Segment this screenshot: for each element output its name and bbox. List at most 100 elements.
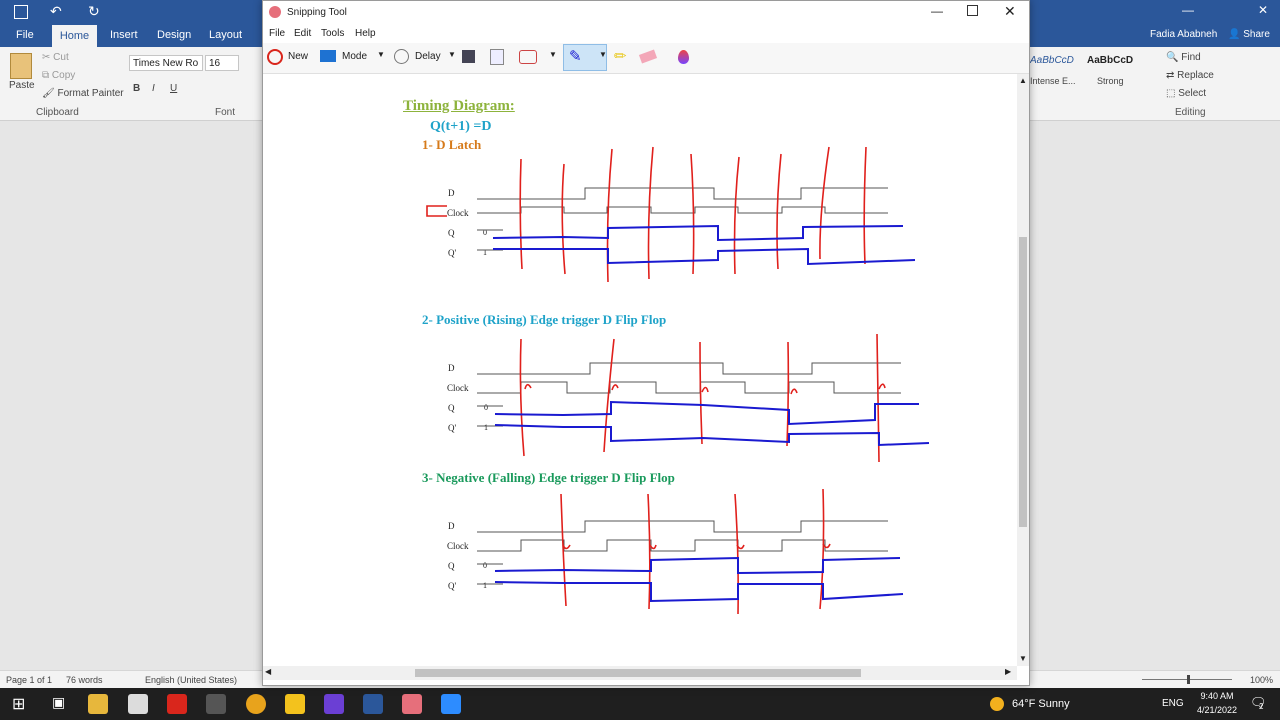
undo-icon[interactable]: ↶: [50, 3, 62, 20]
close-icon[interactable]: ✕: [1004, 3, 1016, 20]
save-icon[interactable]: [14, 5, 28, 19]
select-button[interactable]: ⬚ Select: [1166, 88, 1206, 99]
tab-layout[interactable]: Layout: [209, 29, 242, 41]
scroll-right-icon[interactable]: ▶: [1005, 667, 1011, 676]
edge-marker: [519, 158, 523, 270]
copy-button[interactable]: ⧉ Copy: [42, 70, 75, 81]
negative-edge-blue-waveforms: [494, 556, 904, 603]
style-name: Intense E...: [1030, 76, 1076, 86]
edge-marker: [560, 493, 567, 607]
paste-button[interactable]: Paste: [9, 80, 35, 91]
share-button[interactable]: 👤 Share: [1228, 29, 1270, 40]
tab-design[interactable]: Design: [157, 29, 191, 41]
font-size-select[interactable]: 16: [205, 55, 239, 71]
menu-file[interactable]: File: [269, 28, 285, 39]
clock-mark: [426, 205, 447, 217]
delay-dropdown-icon[interactable]: ▼: [448, 50, 456, 59]
style-intense-emphasis[interactable]: AaBbCcD Intense E...: [1030, 55, 1080, 95]
delay-clock-icon: [394, 49, 409, 64]
tab-file[interactable]: File: [16, 29, 34, 41]
negative-edge-printed-waveforms: [477, 520, 888, 585]
mode-button[interactable]: Mode: [342, 51, 367, 62]
d-latch-printed-waveforms: [477, 187, 888, 251]
weather-sun-icon[interactable]: [990, 697, 1004, 711]
send-snip-icon[interactable]: [519, 50, 537, 64]
edge-marker: [786, 341, 790, 447]
tab-insert[interactable]: Insert: [110, 29, 138, 41]
save-snip-icon[interactable]: [462, 50, 475, 63]
scroll-left-icon[interactable]: ◀: [265, 667, 271, 676]
maximize-icon[interactable]: [967, 5, 978, 16]
mode-dropdown-icon[interactable]: ▼: [377, 50, 385, 59]
page-count[interactable]: Page 1 of 1: [6, 675, 52, 685]
menu-edit[interactable]: Edit: [294, 28, 311, 39]
vertical-scrollbar[interactable]: ▲ ▼: [1017, 74, 1029, 666]
horizontal-scroll-thumb[interactable]: [415, 669, 861, 677]
rising-arrow: [790, 388, 798, 395]
d-latch-blue-waveforms: [492, 224, 916, 266]
new-button[interactable]: New: [288, 51, 308, 62]
replace-label: Replace: [1177, 70, 1214, 81]
star-app-icon[interactable]: [285, 694, 305, 714]
clock-time[interactable]: 9:40 AM: [1192, 691, 1242, 701]
waveform-q: [494, 556, 901, 575]
word-icon[interactable]: [363, 694, 383, 714]
file-explorer-icon[interactable]: [88, 694, 108, 714]
menu-tools[interactable]: Tools: [321, 28, 344, 39]
zoom-icon[interactable]: [441, 694, 461, 714]
clock-date[interactable]: 4/21/2022: [1188, 705, 1246, 715]
snipping-tool-window: Snipping Tool — ✕ File Edit Tools Help N…: [262, 0, 1030, 686]
app-icon[interactable]: [324, 694, 344, 714]
redo-icon[interactable]: ↻: [88, 3, 100, 20]
replace-button[interactable]: ⇄ Replace: [1166, 70, 1214, 81]
document-app-icon[interactable]: [128, 694, 148, 714]
chrome-icon[interactable]: [246, 694, 266, 714]
vertical-scroll-thumb[interactable]: [1019, 237, 1027, 527]
input-language[interactable]: ENG: [1162, 698, 1184, 709]
pen-dropdown-icon[interactable]: ▼: [599, 50, 607, 59]
scroll-down-icon[interactable]: ▼: [1019, 654, 1027, 663]
scroll-up-icon[interactable]: ▲: [1019, 76, 1027, 85]
find-button[interactable]: 🔍 Find: [1166, 52, 1201, 63]
send-dropdown-icon[interactable]: ▼: [549, 50, 557, 59]
pdf-reader-icon[interactable]: [167, 694, 187, 714]
paste-icon[interactable]: [10, 53, 32, 79]
font-name-select[interactable]: Times New Ro: [129, 55, 203, 71]
zoom-slider-thumb[interactable]: [1187, 675, 1190, 684]
horizontal-scrollbar[interactable]: ◀ ▶: [263, 666, 1017, 680]
language-indicator[interactable]: English (United States): [145, 675, 237, 685]
edge-marker: [561, 163, 566, 275]
edge-marker: [863, 146, 867, 265]
italic-icon[interactable]: I: [152, 83, 155, 94]
menu-help[interactable]: Help: [355, 28, 376, 39]
bold-icon[interactable]: B: [133, 83, 140, 94]
eraser-icon[interactable]: [638, 49, 658, 64]
timing-diagrams-drawing: [426, 146, 930, 615]
notification-count: 2: [1259, 702, 1264, 711]
edge-marker: [603, 338, 615, 453]
positive-edge-printed-waveforms: [477, 362, 901, 427]
snipping-tool-icon[interactable]: [402, 694, 422, 714]
edge-marker: [733, 156, 740, 275]
zoom-level[interactable]: 100%: [1250, 675, 1273, 685]
format-painter-button[interactable]: 🖌 Format Painter: [42, 88, 124, 99]
task-view-icon[interactable]: ▣: [52, 694, 65, 711]
delay-button[interactable]: Delay: [415, 51, 441, 62]
waveform-qbar: [493, 247, 916, 266]
app-icon[interactable]: [206, 694, 226, 714]
edge-marker: [647, 493, 651, 610]
style-strong[interactable]: AaBbCcD Strong: [1087, 55, 1137, 95]
cut-button[interactable]: ✂ Cut: [42, 52, 69, 63]
copy-label: Copy: [51, 70, 76, 81]
word-count[interactable]: 76 words: [66, 675, 103, 685]
close-word-icon[interactable]: ✕: [1258, 3, 1268, 17]
highlighter-icon[interactable]: ✏: [614, 47, 627, 65]
windows-start-icon[interactable]: ⊞: [12, 694, 25, 714]
weather-text[interactable]: 64°F Sunny: [1012, 698, 1070, 710]
minimize-icon[interactable]: —: [931, 4, 943, 18]
color-picker-icon[interactable]: [678, 50, 689, 64]
minimize-icon[interactable]: —: [1182, 3, 1194, 17]
underline-icon[interactable]: U: [170, 83, 177, 94]
copy-icon[interactable]: [490, 49, 504, 65]
tab-home[interactable]: Home: [52, 25, 97, 47]
